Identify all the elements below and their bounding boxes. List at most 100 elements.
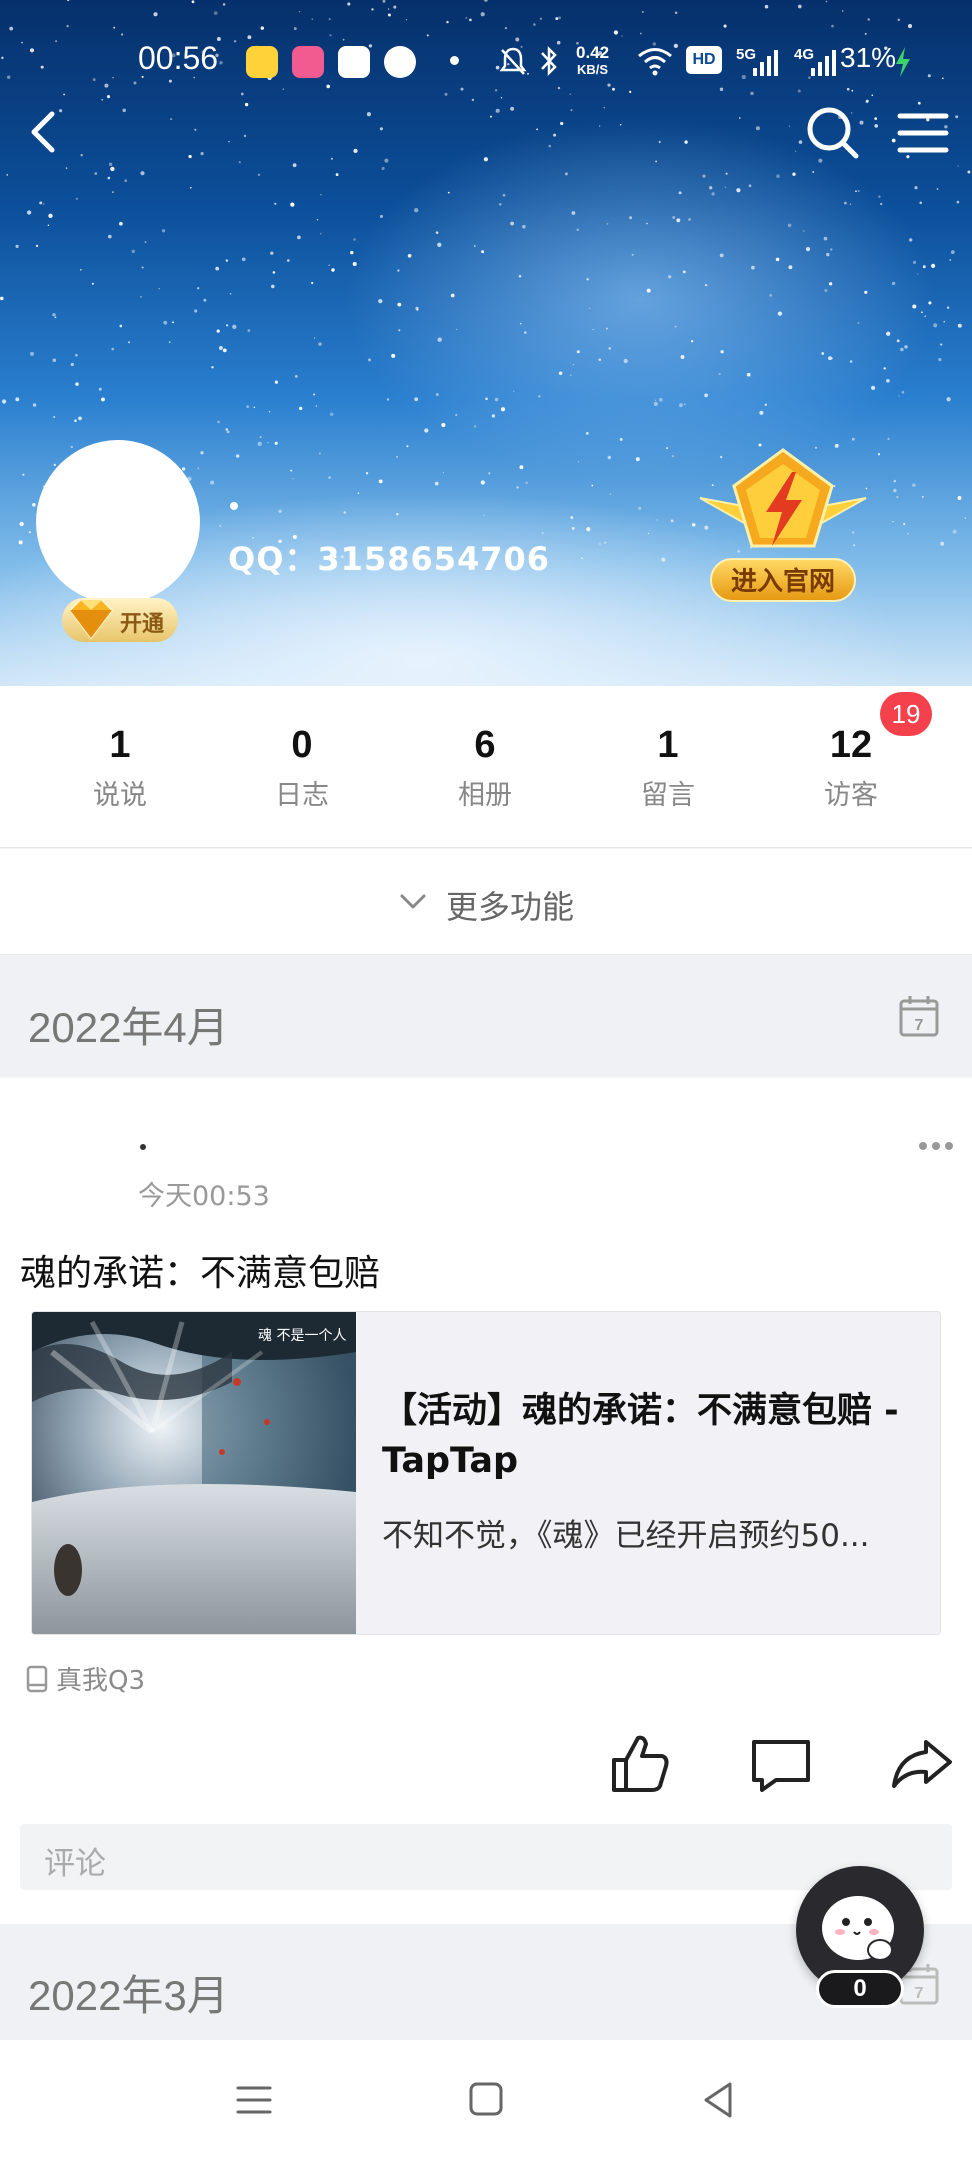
calendar-icon[interactable]: 7 (898, 994, 940, 1038)
official-site-button[interactable]: 进入官网 (696, 446, 870, 606)
star (396, 455, 399, 458)
star (646, 288, 651, 293)
star (225, 259, 229, 262)
star (253, 406, 256, 409)
more-functions-button[interactable]: 更多功能 (0, 849, 972, 955)
star (946, 306, 950, 309)
star (679, 403, 683, 408)
star (474, 245, 476, 247)
star (140, 171, 145, 176)
comment-button[interactable] (746, 1728, 818, 1800)
star (426, 34, 429, 37)
nav-menu-icon[interactable] (222, 2070, 286, 2130)
star (298, 11, 301, 13)
stat-shuoshuo[interactable]: 1 说说 (30, 724, 210, 812)
stat-blog[interactable]: 0 日志 (212, 724, 392, 812)
nav-back-icon[interactable] (686, 2070, 750, 2130)
menu-button[interactable] (890, 100, 956, 166)
star (113, 26, 116, 29)
star (294, 375, 298, 378)
star (483, 514, 485, 517)
star (658, 140, 661, 144)
star (849, 360, 853, 363)
star (484, 0, 488, 2)
mail-app-icon (338, 46, 370, 78)
star (536, 128, 538, 131)
star (481, 250, 485, 254)
star (569, 93, 571, 95)
star (607, 455, 612, 460)
star (292, 163, 297, 168)
vip-open-badge[interactable]: 开通 (62, 598, 178, 642)
stat-label: 说说 (93, 780, 147, 811)
like-button[interactable] (604, 1728, 676, 1800)
search-button[interactable] (800, 100, 866, 166)
star (460, 87, 464, 91)
star (406, 445, 409, 448)
star (232, 324, 237, 329)
star (855, 190, 857, 193)
star (688, 218, 691, 221)
star (623, 358, 628, 364)
share-button[interactable] (886, 1728, 958, 1800)
star (441, 422, 446, 428)
star (746, 372, 751, 377)
star (900, 347, 904, 352)
star (907, 24, 913, 29)
star (222, 3, 226, 6)
star (608, 347, 611, 350)
star (709, 186, 713, 190)
star (490, 115, 492, 118)
star (398, 329, 401, 332)
star (272, 271, 276, 274)
star (329, 34, 332, 37)
stat-visitors[interactable]: 12 访客 (761, 724, 941, 812)
avatar[interactable] (36, 440, 200, 604)
star (365, 472, 369, 475)
link-thumbnail: 魂 不是一个人 (32, 1312, 356, 1634)
star (609, 493, 612, 495)
star (101, 98, 104, 101)
star (964, 517, 966, 519)
star (65, 167, 68, 169)
star (378, 479, 383, 484)
link-thumbnail-image: 魂 不是一个人 (32, 1312, 356, 1634)
star (523, 331, 527, 334)
floating-count-badge: 0 (816, 1970, 904, 2008)
stat-messages[interactable]: 1 留言 (578, 724, 758, 812)
star (63, 93, 65, 96)
nav-home-icon[interactable] (454, 2070, 518, 2130)
star (328, 476, 331, 479)
star (292, 477, 294, 480)
star (866, 99, 869, 103)
star (75, 382, 79, 386)
stat-value: 0 (291, 724, 313, 766)
star (35, 244, 39, 248)
star (70, 362, 74, 367)
star (52, 313, 56, 317)
star (957, 165, 959, 167)
star (560, 121, 564, 126)
star (397, 269, 400, 272)
star (788, 125, 791, 127)
star (225, 428, 228, 431)
star (188, 154, 192, 159)
star (871, 385, 876, 390)
star (828, 356, 832, 361)
star (621, 35, 623, 37)
star (435, 392, 439, 397)
star (750, 91, 754, 96)
post-text: 魂的承诺：不满意包赔 (20, 1253, 381, 1294)
star (586, 527, 591, 532)
back-button[interactable] (14, 100, 74, 164)
star (140, 296, 142, 298)
more-dots-icon[interactable] (918, 1140, 954, 1152)
star (513, 390, 515, 392)
star (510, 221, 515, 226)
shared-link-card[interactable]: 魂 不是一个人 【活动】魂的承诺：不满意包赔 - TapTap 不知不觉，《魂》… (31, 1311, 941, 1635)
stat-album[interactable]: 6 相册 (395, 724, 575, 812)
post-author[interactable] (140, 1144, 146, 1150)
star (656, 519, 659, 521)
star (867, 18, 870, 21)
star (80, 154, 83, 157)
